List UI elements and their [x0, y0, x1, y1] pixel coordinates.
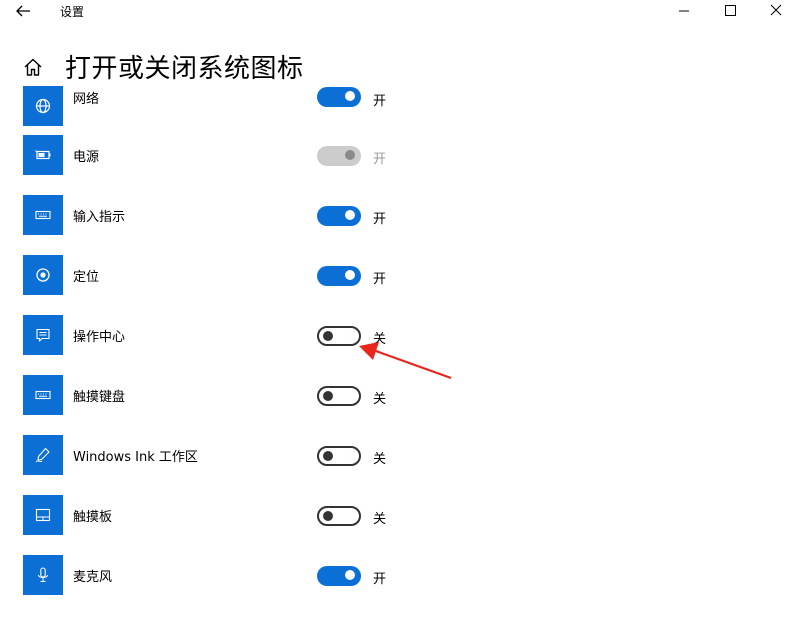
toggle-knob — [345, 570, 355, 580]
row-label: 电源 — [73, 150, 100, 165]
toggle-state: 开 — [373, 94, 387, 109]
row-label: Windows Ink 工作区 — [73, 450, 198, 465]
toggle-knob — [345, 270, 355, 280]
row-label: 触摸板 — [73, 510, 113, 525]
list-item: Windows Ink 工作区 关 — [0, 435, 480, 485]
toggle-state: 开 — [373, 572, 387, 587]
toggle-power — [317, 146, 361, 166]
row-label: 定位 — [73, 270, 100, 285]
tile-microphone — [23, 555, 63, 595]
toggle-touchpad[interactable] — [317, 506, 361, 526]
toggle-microphone[interactable] — [317, 566, 361, 586]
tile-location — [23, 255, 63, 295]
toggle-knob — [323, 511, 333, 521]
row-label: 操作中心 — [73, 330, 126, 345]
keyboard-icon — [35, 390, 51, 400]
toggle-touch-keyboard[interactable] — [317, 386, 361, 406]
list-item: 电源 开 — [0, 135, 480, 185]
action-center-icon — [36, 328, 50, 342]
annotation-arrow-icon — [359, 342, 452, 380]
list-item: 麦克风 开 — [0, 555, 480, 605]
toggle-state: 开 — [373, 272, 387, 287]
tile-touch-keyboard — [23, 375, 63, 415]
tile-action-center — [23, 315, 63, 355]
toggle-state: 关 — [373, 452, 387, 467]
system-icons-list: 网络 开 电源 开 输入指示 开 定位 开 操作中心 关 触摸键盘 关 Wind… — [0, 0, 791, 633]
keyboard-icon — [35, 210, 51, 220]
toggle-network[interactable] — [317, 87, 361, 107]
microphone-icon — [38, 567, 48, 582]
battery-icon — [35, 150, 51, 160]
touchpad-icon — [35, 508, 51, 522]
toggle-state: 关 — [373, 392, 387, 407]
page-title: 打开或关闭系统图标 — [65, 54, 304, 84]
page-header-overlay: 打开或关闭系统图标 — [0, 44, 791, 88]
tile-input-indicator — [23, 195, 63, 235]
list-item: 输入指示 开 — [0, 195, 480, 245]
toggle-windows-ink[interactable] — [317, 446, 361, 466]
row-label: 麦克风 — [73, 570, 113, 585]
toggle-knob — [323, 391, 333, 401]
tile-windows-ink — [23, 435, 63, 475]
row-label: 网络 — [73, 92, 100, 107]
list-item: 定位 开 — [0, 255, 480, 305]
toggle-state: 关 — [373, 512, 387, 527]
list-item: 网络 开 — [0, 86, 480, 136]
home-icon — [24, 58, 42, 76]
toggle-input-indicator[interactable] — [317, 206, 361, 226]
toggle-knob — [345, 150, 355, 160]
toggle-knob — [323, 331, 333, 341]
tile-power — [23, 135, 63, 175]
row-label: 输入指示 — [73, 210, 126, 225]
tile-network — [23, 86, 63, 126]
home-button[interactable] — [22, 56, 44, 78]
pen-icon — [35, 447, 50, 463]
toggle-knob — [345, 210, 355, 220]
toggle-location[interactable] — [317, 266, 361, 286]
toggle-knob — [345, 91, 355, 101]
globe-icon — [35, 98, 51, 114]
toggle-knob — [323, 451, 333, 461]
toggle-state: 开 — [373, 152, 387, 167]
row-label: 触摸键盘 — [73, 390, 126, 405]
list-item: 触摸板 关 — [0, 495, 480, 545]
location-icon — [36, 268, 50, 282]
toggle-state: 开 — [373, 212, 387, 227]
tile-touchpad — [23, 495, 63, 535]
